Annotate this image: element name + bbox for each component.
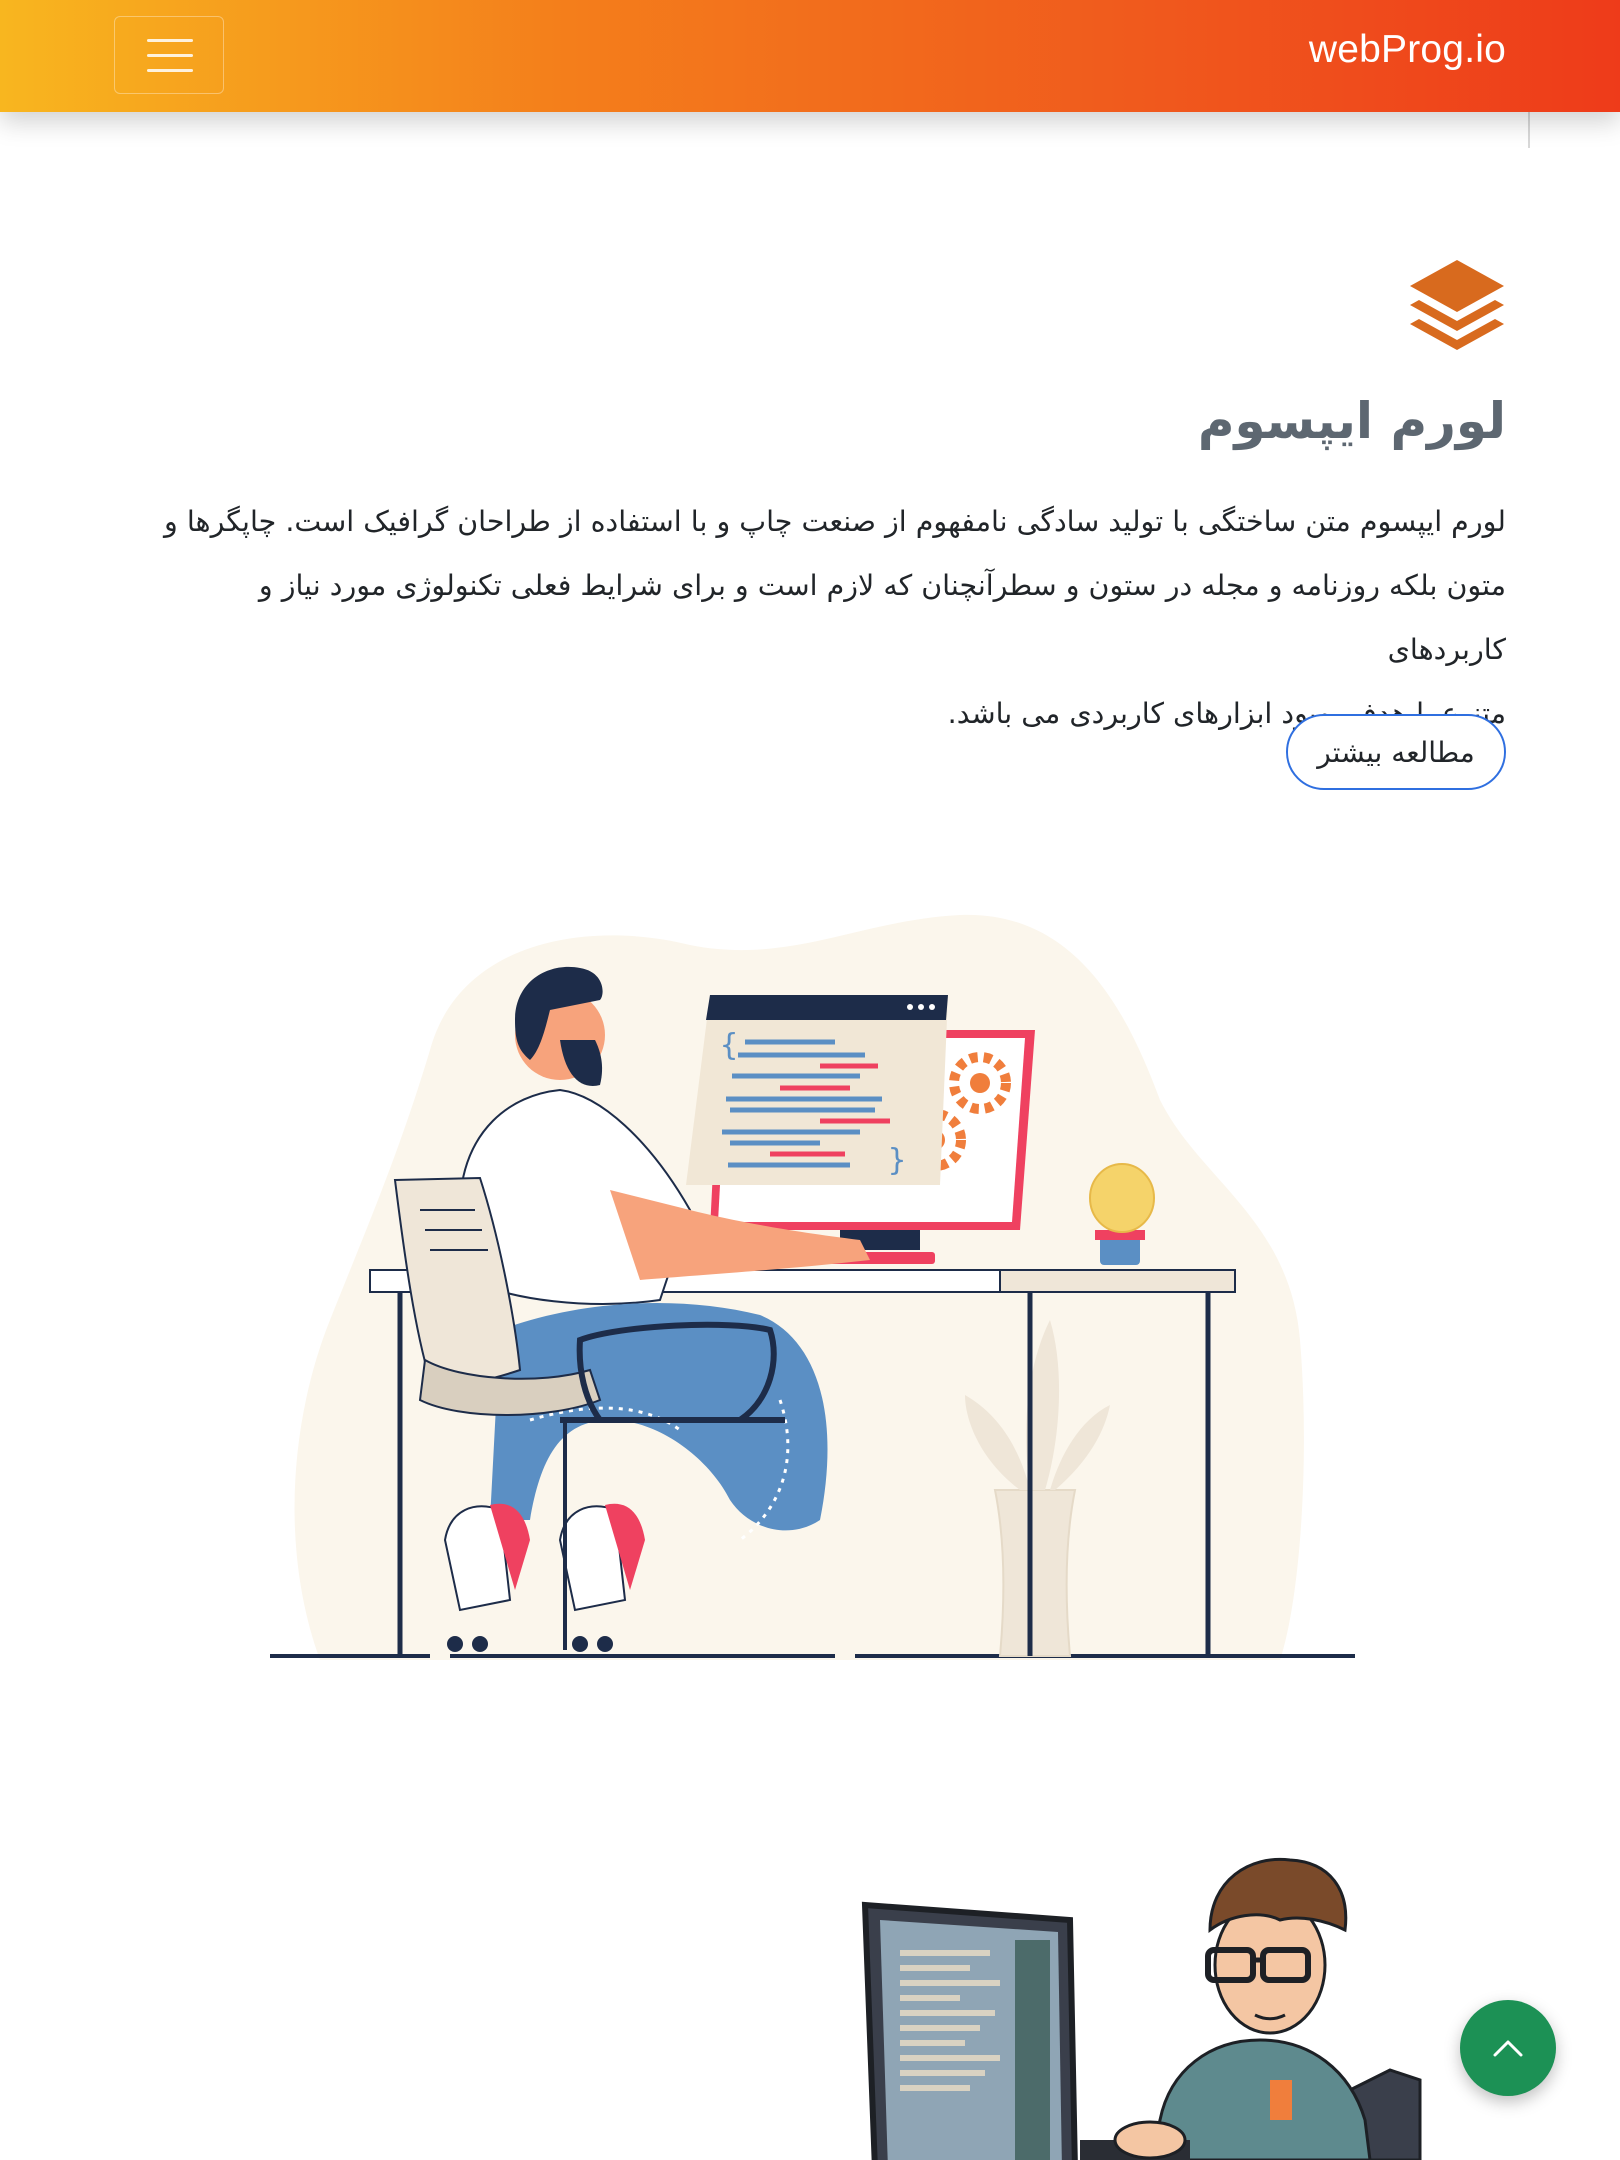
hamburger-icon: [147, 39, 193, 42]
read-more-button[interactable]: مطالعه بیشتر: [1286, 714, 1506, 790]
paragraph-line: لورم ایپسوم متن ساختگی با تولید سادگی نا…: [164, 505, 1506, 538]
scroll-to-top-button[interactable]: [1460, 2000, 1556, 2096]
section-title: لورم ایپسوم: [1197, 392, 1506, 450]
divider: [1528, 112, 1530, 148]
chevron-up-icon: [1493, 2040, 1523, 2057]
developer-at-desk-illustration: { }: [270, 914, 1355, 1660]
hamburger-icon-bar: [147, 54, 193, 57]
hamburger-icon-bar: [147, 69, 193, 72]
brand-logo[interactable]: webProg.io: [1309, 28, 1506, 72]
svg-text:{: {: [720, 1028, 738, 1063]
paragraph-line: متون بلکه روزنامه و مجله در ستون و سطرآن…: [258, 569, 1506, 666]
layers-stack-icon: [1410, 260, 1504, 350]
programmer-at-monitor-illustration: [861, 1857, 1422, 2160]
section-paragraph: لورم ایپسوم متن ساختگی با تولید سادگی نا…: [132, 490, 1506, 746]
menu-toggle-button[interactable]: [114, 16, 224, 94]
svg-text:}: }: [888, 1143, 906, 1178]
navbar: webProg.io: [0, 0, 1620, 112]
